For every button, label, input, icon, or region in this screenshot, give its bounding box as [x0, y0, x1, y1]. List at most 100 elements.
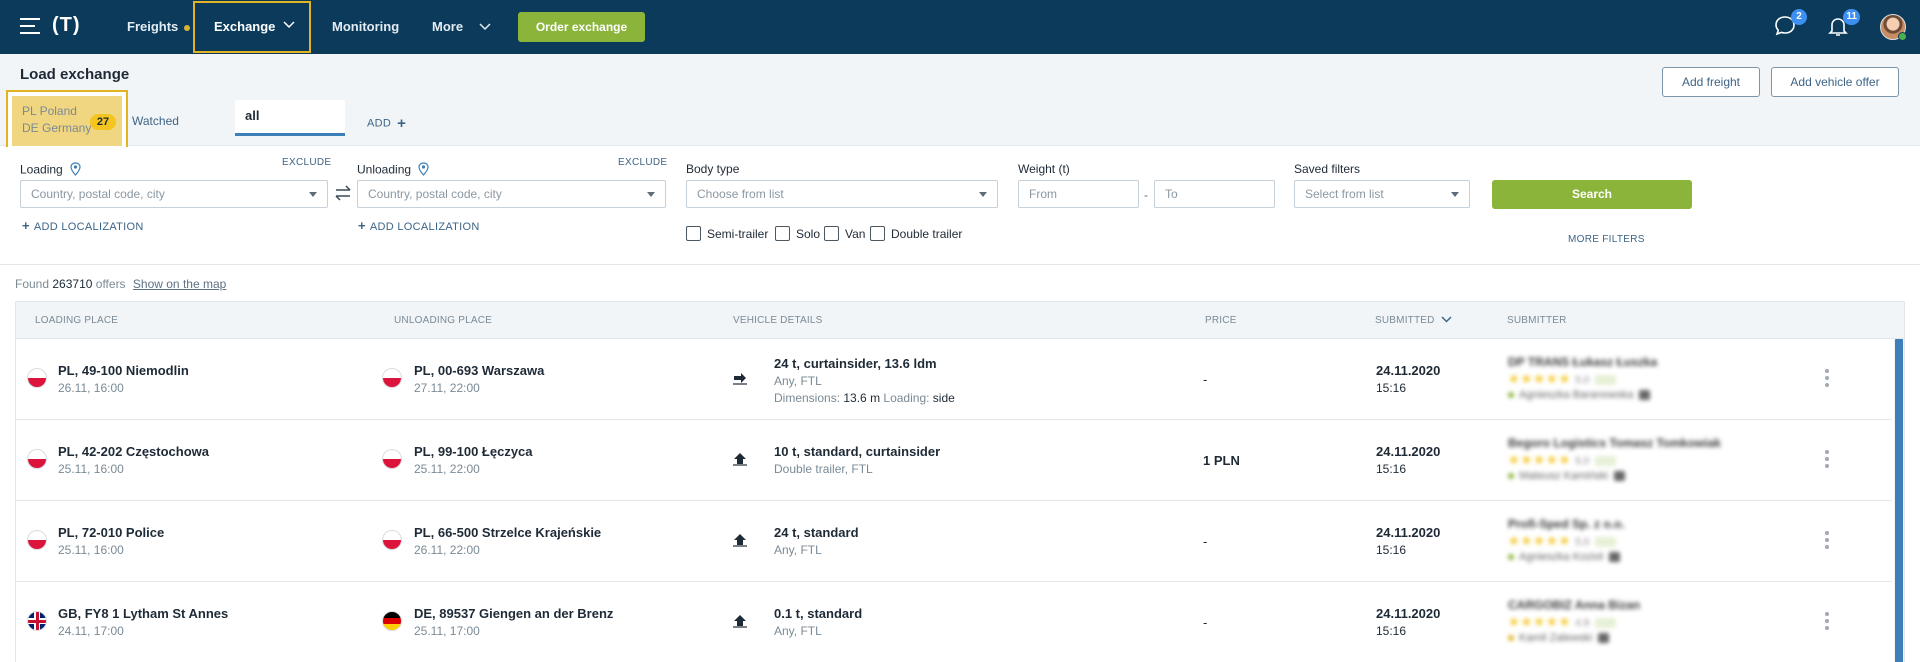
notifications-badge: 11: [1843, 9, 1860, 25]
truck-top-loading-icon: [732, 614, 748, 631]
checkbox-semi-trailer[interactable]: Semi-trailer: [686, 225, 768, 242]
checkbox-double-trailer[interactable]: Double trailer: [870, 225, 962, 242]
table-row[interactable]: PL, 72-010 Police 25.11, 16:00 PL, 66-50…: [16, 501, 1892, 582]
tab-saved-filter[interactable]: PL Poland DE Germany 27: [6, 90, 128, 154]
tab-all[interactable]: all: [235, 100, 345, 136]
submitted-date: 24.11.2020: [1376, 606, 1441, 621]
unloading-location-placeholder: Country, postal code, city: [368, 187, 502, 201]
column-submitted-label: SUBMITTED: [1375, 315, 1435, 326]
body-type-select[interactable]: Choose from list: [686, 180, 998, 208]
scrollbar-thumb[interactable]: [1895, 339, 1903, 662]
vehicle-summary: 24 t, curtainsider, 13.6 ldm: [774, 356, 937, 371]
submitter[interactable]: DP TRANS Łukasz Łuszka ★★★★★ 5.0 Agnieszk…: [1508, 355, 1728, 401]
more-options-icon[interactable]: [1825, 369, 1829, 390]
search-button[interactable]: Search: [1492, 180, 1692, 209]
checkbox-box[interactable]: [775, 226, 790, 242]
column-price[interactable]: PRICE: [1205, 315, 1237, 326]
checkbox-box[interactable]: [870, 226, 885, 242]
vehicle-dimensions: Dimensions: 13.6 m Loading: side: [774, 391, 955, 405]
more-options-icon[interactable]: [1825, 531, 1829, 552]
column-submitter[interactable]: SUBMITTER: [1507, 315, 1567, 326]
show-on-map-link[interactable]: Show on the map: [133, 277, 226, 291]
table-row[interactable]: PL, 42-202 Częstochowa 25.11, 16:00 PL, …: [16, 420, 1892, 501]
vehicle-details: 0.1 t, standard Any, FTL: [774, 606, 862, 638]
price: -: [1203, 534, 1208, 549]
saved-filters-placeholder: Select from list: [1305, 187, 1384, 201]
submitted: 24.11.2020 15:16: [1376, 606, 1440, 638]
results-count: 263710: [52, 277, 93, 291]
unloading-location-input[interactable]: Country, postal code, city: [357, 180, 666, 208]
add-freight-button[interactable]: Add freight: [1662, 67, 1760, 97]
table-row[interactable]: PL, 49-100 Niemodlin 26.11, 16:00 PL, 00…: [16, 339, 1892, 420]
top-navigation: (T) Freights Exchange Monitoring More Or…: [0, 0, 1920, 54]
bell-icon[interactable]: 11: [1826, 9, 1860, 40]
submitted: 24.11.2020 15:16: [1376, 444, 1440, 476]
results-summary: Found 263710 offers Show on the map: [15, 277, 226, 291]
unloading-add-localization-link[interactable]: + ADD LOCALIZATION: [358, 218, 480, 233]
loading-exclude-link[interactable]: EXCLUDE: [282, 157, 331, 168]
found-prefix: Found: [15, 277, 50, 291]
caret-down-icon: [1451, 192, 1459, 197]
contact-tag-icon: [1608, 552, 1620, 562]
submitter[interactable]: Profi-Sped Sp. z o.o. ★★★★★ 5.0 Agnieszka…: [1508, 517, 1728, 563]
swap-icon[interactable]: [334, 185, 352, 204]
column-vehicle-details[interactable]: VEHICLE DETAILS: [733, 315, 823, 326]
rating-stars-icon: ★★★★★ 5.0: [1508, 371, 1728, 387]
tab-saved-line2: DE Germany: [22, 121, 92, 135]
logo[interactable]: (T): [52, 14, 81, 37]
checkbox-solo[interactable]: Solo: [775, 225, 820, 242]
poland-flag-icon: [27, 449, 47, 469]
scrollbar[interactable]: [1894, 339, 1904, 662]
tab-watched[interactable]: Watched: [132, 114, 179, 128]
loading-add-localization-link[interactable]: + ADD LOCALIZATION: [22, 218, 144, 233]
column-unloading-place[interactable]: UNLOADING PLACE: [394, 315, 492, 326]
more-options-icon[interactable]: [1825, 612, 1829, 633]
submitter[interactable]: CARGOBIZ Anna Bizan ★★★★★ 4.9 Kamil Zalew…: [1508, 598, 1728, 644]
column-loading-place[interactable]: LOADING PLACE: [35, 315, 118, 326]
rating-value: 5.0: [1575, 537, 1590, 548]
more-filters-link[interactable]: MORE FILTERS: [1568, 234, 1645, 245]
nav-freights[interactable]: Freights: [127, 0, 191, 54]
submitter-company: Begoro Logistics Tomasz Tomkowiak: [1508, 436, 1721, 450]
nav-monitoring[interactable]: Monitoring: [332, 0, 399, 54]
table-row[interactable]: GB, FY8 1 Lytham St Annes 24.11, 17:00 D…: [16, 582, 1892, 662]
nav-exchange[interactable]: Exchange: [193, 1, 311, 53]
tab-saved-line1: PL Poland: [22, 104, 77, 118]
rating-stars-icon: ★★★★★ 4.9: [1508, 614, 1728, 630]
vehicle-summary: 10 t, standard, curtainsider: [774, 444, 941, 459]
avatar[interactable]: [1880, 14, 1907, 41]
plus-icon: +: [358, 218, 366, 233]
unloading-city: PL, 99-100 Łęczyca: [414, 444, 533, 459]
hamburger-menu-icon[interactable]: [20, 18, 40, 34]
notification-dot-icon: [184, 24, 191, 31]
nav-more[interactable]: More: [432, 0, 491, 54]
weight-from-input[interactable]: From: [1018, 180, 1139, 208]
messages-icon[interactable]: 2: [1773, 9, 1807, 40]
submitted-time: 15:16: [1376, 543, 1407, 557]
unloading-place: PL, 00-693 Warszawa 27.11, 22:00: [414, 363, 544, 395]
checkbox-box[interactable]: [686, 226, 701, 242]
loading-date: 25.11, 16:00: [58, 462, 124, 476]
unloading-exclude-link[interactable]: EXCLUDE: [618, 157, 667, 168]
more-options-icon[interactable]: [1825, 450, 1829, 471]
tab-add[interactable]: ADD +: [367, 115, 406, 132]
submitter[interactable]: Begoro Logistics Tomasz Tomkowiak ★★★★★ 5…: [1508, 436, 1728, 482]
add-vehicle-offer-button[interactable]: Add vehicle offer: [1771, 67, 1899, 97]
rating-value: 4.9: [1575, 618, 1590, 629]
order-exchange-button[interactable]: Order exchange: [518, 12, 645, 42]
loading-location-input[interactable]: Country, postal code, city: [20, 180, 328, 208]
location-pin-icon: [70, 162, 81, 179]
checkbox-van[interactable]: Van: [824, 225, 865, 242]
rating-stars-icon: ★★★★★ 5.0: [1508, 533, 1728, 549]
submitter-person-name: Agnieszka Baranowska: [1519, 389, 1634, 401]
checkbox-label: Solo: [796, 226, 821, 241]
checkbox-box[interactable]: [824, 226, 839, 242]
loading-filter: Loading: [20, 162, 81, 179]
unloading-filter: Unloading: [357, 162, 429, 179]
submitted-date: 24.11.2020: [1376, 444, 1441, 459]
column-submitted[interactable]: SUBMITTED: [1375, 315, 1452, 326]
saved-filters-select[interactable]: Select from list: [1294, 180, 1470, 208]
submitter-person-name: Mateusz Kamiński: [1519, 470, 1609, 482]
submitted-time: 15:16: [1376, 462, 1407, 476]
weight-to-input[interactable]: To: [1154, 180, 1275, 208]
